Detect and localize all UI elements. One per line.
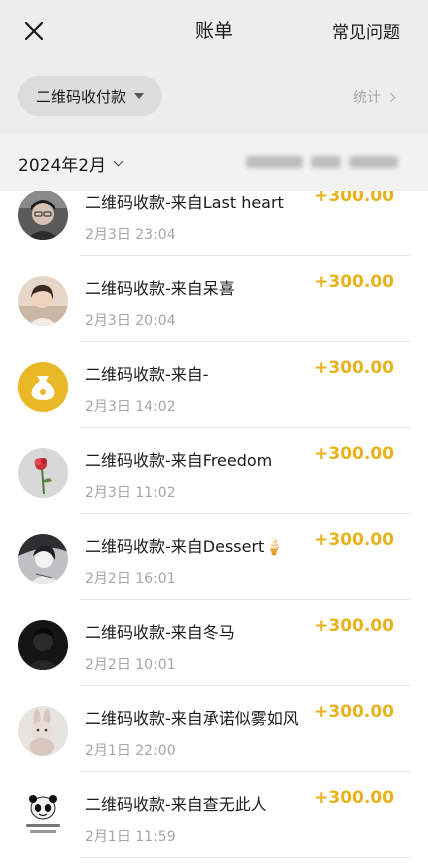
money-bag-icon — [18, 362, 68, 412]
avatar — [18, 792, 68, 842]
transaction-amount: +300.00 — [314, 444, 394, 464]
transaction-time: 2月3日 20:04 — [85, 313, 176, 329]
transaction-title: 二维码收款-来自查无此人 — [85, 795, 267, 814]
avatar — [18, 276, 68, 326]
transaction-time: 2月1日 22:00 — [85, 743, 176, 759]
avatar — [18, 706, 68, 756]
stats-link[interactable]: 统计 — [353, 87, 396, 107]
stats-link-label: 统计 — [353, 90, 381, 106]
month-summary-blurred — [246, 156, 398, 168]
transaction-time: 2月3日 11:02 — [85, 485, 176, 501]
avatar — [18, 190, 68, 240]
transaction-amount: +300.00 — [314, 530, 394, 550]
transaction-row[interactable]: 二维码收款-来自Dessert🍦 2月2日 16:01 +300.00 — [0, 514, 428, 600]
transaction-amount: +300.00 — [314, 358, 394, 378]
transaction-time: 2月3日 14:02 — [85, 399, 176, 415]
top-bar: 账单 常见问题 — [0, 0, 428, 62]
month-picker[interactable]: 2024年2月 — [18, 151, 124, 176]
transaction-amount: +300.00 — [314, 616, 394, 636]
transaction-time: 2月1日 11:59 — [85, 829, 176, 845]
close-icon[interactable] — [20, 17, 48, 45]
transaction-title: 二维码收款-来自Dessert🍦 — [85, 537, 285, 556]
transaction-title: 二维码收款-来自呆喜 — [85, 279, 235, 298]
faq-link[interactable]: 常见问题 — [332, 18, 400, 43]
divider — [80, 857, 410, 858]
transaction-row[interactable]: 二维码收款-来自查无此人 2月1日 11:59 +300.00 — [0, 772, 428, 858]
transaction-amount: +300.00 — [314, 702, 394, 722]
transaction-time: 2月2日 16:01 — [85, 571, 176, 587]
transaction-row[interactable]: 二维码收款-来自冬马 2月2日 10:01 +300.00 — [0, 600, 428, 686]
avatar — [18, 620, 68, 670]
transaction-amount: +300.00 — [314, 272, 394, 292]
transaction-time: 2月2日 10:01 — [85, 657, 176, 673]
chevron-down-icon — [113, 156, 124, 167]
transaction-time: 2月3日 23:04 — [85, 227, 176, 243]
transaction-title: 二维码收款-来自Freedom — [85, 451, 273, 470]
avatar — [18, 534, 68, 584]
transaction-row[interactable]: 二维码收款-来自承诺似雾如风 2月1日 22:00 +300.00 — [0, 686, 428, 772]
transaction-title: 二维码收款-来自- — [85, 365, 209, 384]
filter-bar: 二维码收付款 统计 — [0, 62, 428, 134]
transaction-row[interactable]: 二维码收款-来自Freedom 2月3日 11:02 +300.00 — [0, 428, 428, 514]
transaction-title: 二维码收款-来自冬马 — [85, 623, 235, 642]
transaction-list: 二维码收款-来自Last heart 2月3日 23:04 +300.00 二维… — [0, 170, 428, 858]
transaction-amount: +300.00 — [314, 788, 394, 808]
transaction-row[interactable]: 二维码收款-来自- 2月3日 14:02 +300.00 — [0, 342, 428, 428]
avatar — [18, 448, 68, 498]
transaction-title: 二维码收款-来自承诺似雾如风 — [85, 709, 299, 728]
transaction-title: 二维码收款-来自Last heart — [85, 193, 284, 212]
month-label: 2024年2月 — [18, 156, 107, 176]
filter-dropdown-label: 二维码收付款 — [36, 87, 127, 106]
chevron-right-icon — [385, 92, 396, 102]
caret-down-icon — [134, 93, 145, 99]
month-bar: 2024年2月 — [0, 134, 428, 191]
filter-dropdown[interactable]: 二维码收付款 — [18, 76, 163, 116]
transaction-row[interactable]: 二维码收款-来自呆喜 2月3日 20:04 +300.00 — [0, 256, 428, 342]
